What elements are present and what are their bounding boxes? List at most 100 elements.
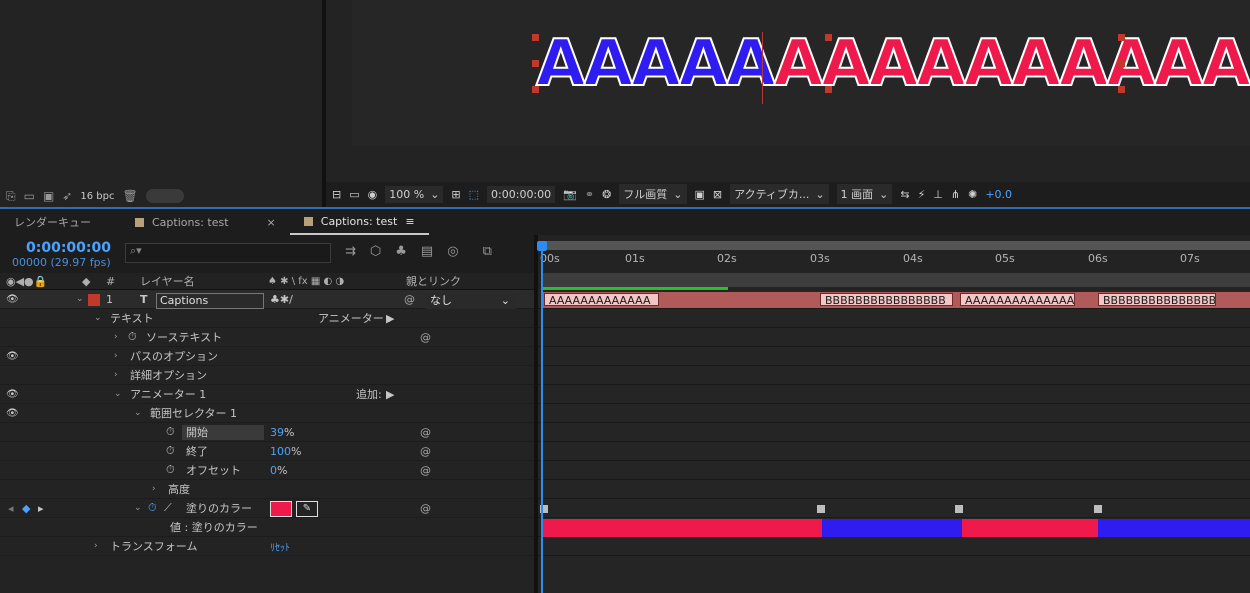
- layer-search-input[interactable]: ⌕▾: [125, 243, 331, 263]
- next-keyframe-icon[interactable]: ▸: [38, 502, 44, 515]
- exposure-value[interactable]: +0.0: [985, 188, 1012, 201]
- mask-icon[interactable]: ◉: [368, 188, 378, 201]
- reset-link[interactable]: ﾘｾｯﾄ: [270, 539, 290, 554]
- keyframe[interactable]: [955, 505, 963, 513]
- show-snapshot-icon[interactable]: ⚭: [585, 188, 594, 201]
- chevron-down-icon[interactable]: ⌄: [134, 408, 142, 418]
- expression-pickwhip-icon[interactable]: @: [420, 464, 431, 477]
- chevron-right-icon[interactable]: ›: [114, 351, 118, 361]
- layer-name-field[interactable]: Captions: [156, 293, 264, 309]
- stopwatch-icon[interactable]: ⏱: [166, 444, 175, 458]
- panel-menu-icon[interactable]: ≡: [405, 215, 414, 228]
- composition-mini-flowchart-icon[interactable]: ⇉: [345, 244, 356, 259]
- graph-editor-icon[interactable]: ⧉: [483, 244, 492, 259]
- transform-handle[interactable]: [1118, 86, 1125, 93]
- expression-pickwhip-icon[interactable]: @: [420, 331, 431, 344]
- color-channel-icon[interactable]: ❂: [602, 188, 611, 201]
- shy-switch-icon[interactable]: ♣✱/: [270, 293, 293, 306]
- transform-handle[interactable]: [1118, 60, 1125, 67]
- eye-icon[interactable]: 👁: [6, 294, 19, 305]
- transform-handle[interactable]: [532, 60, 539, 67]
- shy-layers-icon[interactable]: ♣: [395, 244, 407, 259]
- end-value[interactable]: 100: [270, 445, 291, 458]
- keyframe[interactable]: [817, 505, 825, 513]
- fill-color-swatch[interactable]: [270, 501, 292, 517]
- expression-pickwhip-icon[interactable]: @: [420, 502, 431, 515]
- property-path-options[interactable]: 👁 › パスのオプション: [0, 347, 534, 366]
- camera-dropdown[interactable]: アクティブカ... ⌄: [730, 184, 829, 204]
- source-text-keyframe-segment[interactable]: BBBBBBBBBBBBBBB: [1098, 293, 1216, 306]
- draft-3d-icon[interactable]: ⬡: [370, 244, 381, 259]
- trash-icon[interactable]: 🗑: [122, 189, 137, 203]
- pickwhip-icon[interactable]: @: [404, 293, 415, 306]
- eye-icon[interactable]: 👁: [6, 389, 19, 400]
- region-of-interest-icon[interactable]: ⬚: [469, 188, 479, 201]
- bit-depth-label[interactable]: 16 bpc: [80, 191, 114, 202]
- composition-text-layer[interactable]: AAAAA AAAAAAAAAA: [535, 24, 1250, 97]
- frame-blending-icon[interactable]: ▤: [421, 244, 433, 259]
- chevron-right-icon[interactable]: ›: [94, 541, 98, 551]
- transform-handle[interactable]: [532, 86, 539, 93]
- time-navigator-bar[interactable]: [542, 273, 1250, 287]
- timeline-link-icon[interactable]: ⊥: [933, 188, 943, 201]
- playhead-line[interactable]: [541, 241, 543, 593]
- expression-pickwhip-icon[interactable]: @: [420, 426, 431, 439]
- keyframe[interactable]: [1094, 505, 1102, 513]
- playhead-handle[interactable]: [537, 241, 547, 251]
- property-advanced[interactable]: › 高度: [0, 480, 534, 499]
- always-preview-icon[interactable]: ⊟: [332, 188, 341, 201]
- anchor-point-handle[interactable]: [825, 86, 832, 93]
- chevron-down-icon[interactable]: ⌄: [134, 503, 142, 513]
- tab-captions-test-active[interactable]: Captions: test ≡: [289, 209, 429, 235]
- chevron-down-icon[interactable]: ⌄: [76, 294, 84, 304]
- new-composition-icon[interactable]: ▣: [43, 189, 54, 203]
- add-menu-icon[interactable]: ▶: [386, 388, 394, 401]
- source-text-keyframe-segment[interactable]: AAAAAAAAAAAAAA: [960, 293, 1075, 306]
- new-folder-icon[interactable]: ▭: [24, 189, 35, 203]
- column-layer-name[interactable]: レイヤー名: [140, 273, 195, 289]
- eye-icon[interactable]: 👁: [6, 351, 19, 362]
- flowchart-icon[interactable]: ⋔: [951, 188, 960, 201]
- keyframe-diamond-icon[interactable]: ◆: [22, 502, 30, 515]
- graph-icon[interactable]: ⟋: [164, 501, 172, 515]
- viewer-timecode[interactable]: 0:00:00:00: [487, 185, 556, 203]
- tab-render-queue[interactable]: レンダーキュー: [0, 209, 105, 235]
- property-start[interactable]: ⏱ 開始 39% @: [0, 423, 534, 442]
- expression-pickwhip-icon[interactable]: @: [420, 445, 431, 458]
- current-timecode[interactable]: 0:00:00:00: [26, 240, 111, 256]
- work-area-bar[interactable]: [542, 241, 1250, 250]
- motion-blur-icon[interactable]: ◎: [447, 244, 458, 259]
- views-dropdown[interactable]: 1 画面 ⌄: [836, 184, 893, 204]
- transparency-grid-icon[interactable]: ⊠: [713, 188, 722, 201]
- project-search-pill[interactable]: [145, 189, 184, 203]
- fast-preview-icon[interactable]: ▣: [695, 188, 705, 201]
- flowchart-icon[interactable]: ➶: [62, 189, 72, 203]
- source-text-keyframe-segment[interactable]: BBBBBBBBBBBBBBBB: [820, 293, 953, 306]
- eyedropper-icon[interactable]: ✎: [296, 501, 318, 517]
- chevron-right-icon[interactable]: ›: [152, 484, 156, 494]
- close-icon[interactable]: ×: [267, 216, 276, 229]
- chevron-right-icon[interactable]: ›: [114, 332, 118, 342]
- time-ruler[interactable]: 00s 01s 02s 03s 04s 05s 06s 07s: [538, 252, 1250, 270]
- transform-handle[interactable]: [1118, 34, 1125, 41]
- stopwatch-icon[interactable]: ⏱: [128, 330, 137, 344]
- stopwatch-active-icon[interactable]: ⏱: [148, 501, 157, 515]
- grid-icon[interactable]: ⊞: [451, 188, 460, 201]
- transform-handle[interactable]: [532, 34, 539, 41]
- property-group-text[interactable]: ⌄ テキスト アニメーター : ▶: [0, 309, 534, 328]
- display-icon[interactable]: ▭: [349, 188, 359, 201]
- layer-label-color[interactable]: [88, 294, 100, 306]
- previous-keyframe-icon[interactable]: ◂: [8, 502, 14, 515]
- animate-menu-icon[interactable]: ▶: [386, 312, 394, 325]
- property-animator-1[interactable]: 👁 ⌄ アニメーター 1 追加: ▶: [0, 385, 534, 404]
- resolution-dropdown[interactable]: フル画質 ⌄: [619, 184, 687, 204]
- property-source-text[interactable]: › ⏱ ソーステキスト @: [0, 328, 534, 347]
- stopwatch-icon[interactable]: ⏱: [166, 425, 175, 439]
- tab-captions-test-inactive[interactable]: Captions: test ×: [105, 209, 290, 235]
- start-value[interactable]: 39: [270, 426, 284, 439]
- chevron-right-icon[interactable]: ›: [114, 370, 118, 380]
- offset-value[interactable]: 0: [270, 464, 277, 477]
- eye-icon[interactable]: 👁: [6, 408, 19, 419]
- reset-exposure-icon[interactable]: ✺: [968, 188, 977, 201]
- chevron-down-icon[interactable]: ⌄: [114, 389, 122, 399]
